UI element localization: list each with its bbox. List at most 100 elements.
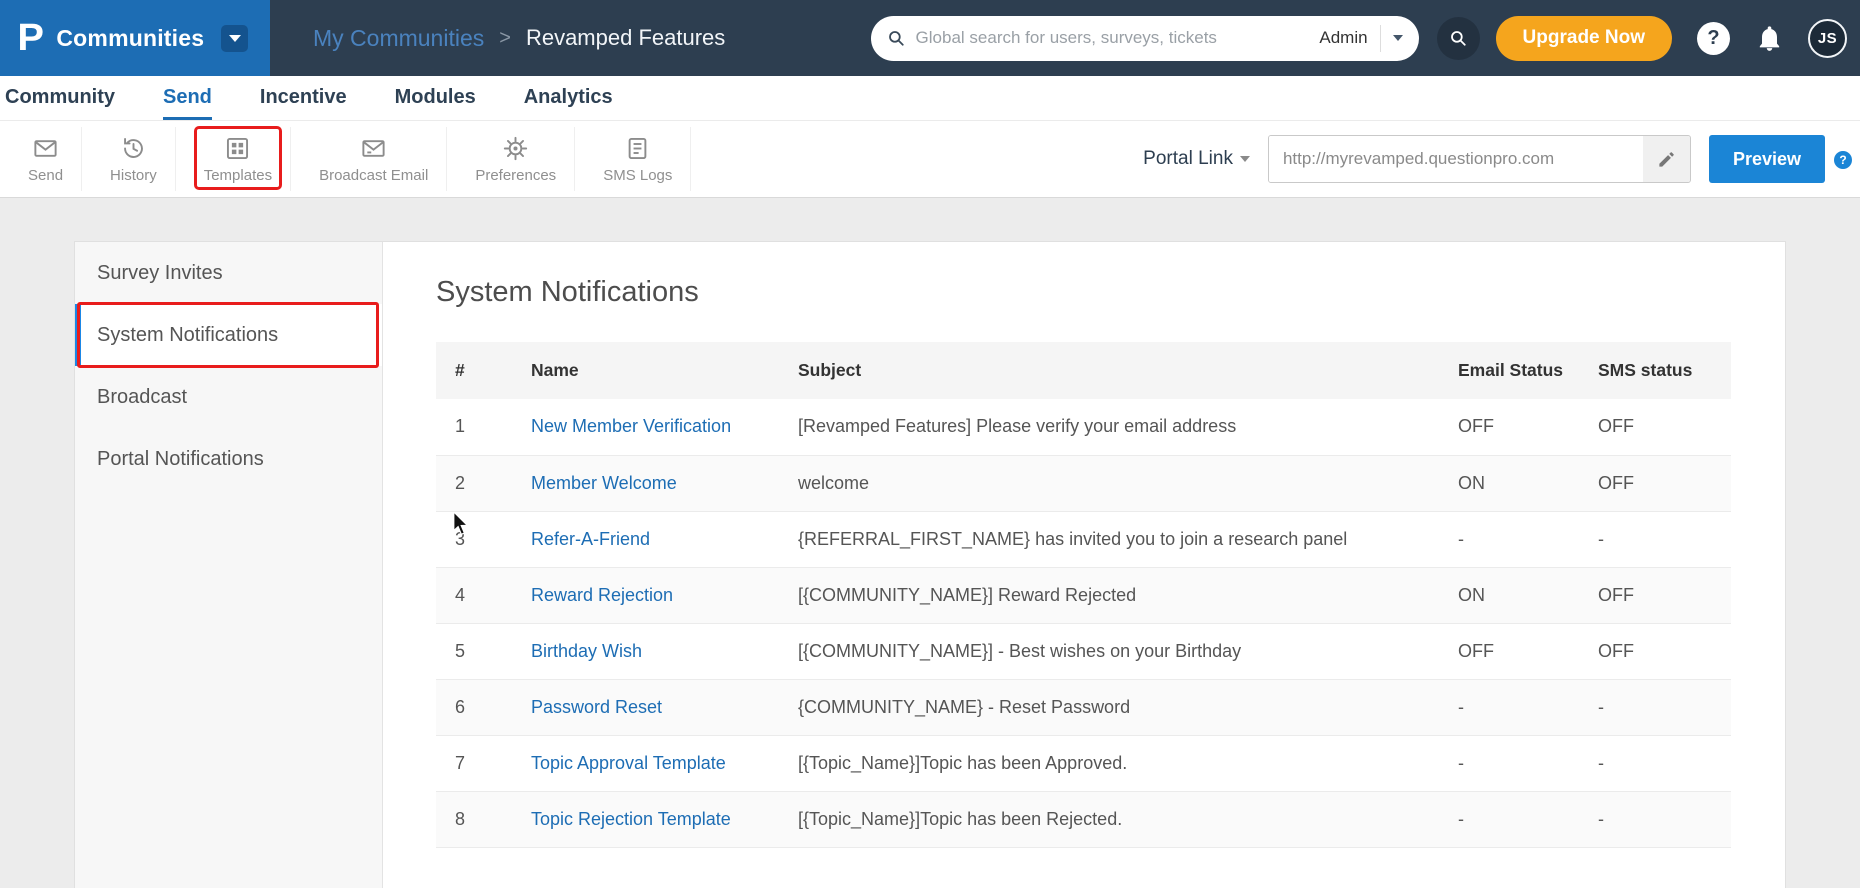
user-avatar[interactable]: JS <box>1808 18 1847 58</box>
broadcast-envelope-icon <box>362 139 385 157</box>
table-row: 6 Password Reset {COMMUNITY_NAME} - Rese… <box>436 679 1731 736</box>
sms-logs-icon <box>628 137 647 159</box>
template-name-link[interactable]: Refer-A-Friend <box>531 529 650 549</box>
row-sms-status: - <box>1579 791 1731 848</box>
breadcrumb-parent-link[interactable]: My Communities <box>313 25 484 52</box>
row-sms-status: - <box>1579 735 1731 792</box>
breadcrumb-separator: > <box>499 26 511 49</box>
envelope-icon <box>34 139 57 157</box>
toolbar-item-label: Broadcast Email <box>319 166 429 184</box>
toolbar-item-preferences[interactable]: Preferences <box>457 127 576 191</box>
search-scope-label: Admin <box>1319 28 1368 47</box>
communities-menu-button[interactable]: P Communities <box>0 0 270 76</box>
toolbar-item-label: Send <box>28 166 64 184</box>
portal-help-icon[interactable]: ? <box>1834 151 1852 169</box>
table-row: 2 Member Welcome welcome ON OFF <box>436 455 1731 512</box>
sidebar-item-portal-notifications[interactable]: Portal Notifications <box>75 428 382 490</box>
history-clock-icon <box>123 137 143 158</box>
page-title: System Notifications <box>436 276 699 308</box>
row-subject: [{Topic_Name}]Topic has been Rejected. <box>779 791 1439 848</box>
column-header-name: Name <box>531 360 579 380</box>
edit-url-button[interactable] <box>1642 136 1690 182</box>
row-sms-status: OFF <box>1579 623 1731 680</box>
row-email-status: - <box>1439 791 1579 848</box>
communities-menu-label: Communities <box>56 24 205 51</box>
search-icon <box>888 31 904 46</box>
template-name-link[interactable]: Reward Rejection <box>531 585 673 605</box>
row-subject: welcome <box>779 455 1439 512</box>
table-row: 8 Topic Rejection Template [{Topic_Name}… <box>436 791 1731 848</box>
column-header-email-status: Email Status <box>1458 360 1564 380</box>
portal-url-group <box>1267 135 1691 183</box>
row-email-status: OFF <box>1439 399 1579 456</box>
row-subject: [{Topic_Name}]Topic has been Approved. <box>779 735 1439 792</box>
toolbar-item-label: History <box>110 166 157 184</box>
row-num: 3 <box>436 511 512 568</box>
toolbar-item-sms-logs[interactable]: SMS Logs <box>585 127 692 191</box>
top-header: P Communities My Communities > Revamped … <box>0 0 1860 76</box>
scope-caret-icon <box>1392 35 1403 41</box>
sidebar-item-broadcast[interactable]: Broadcast <box>75 366 382 428</box>
sidebar-item-system-notifications[interactable]: System Notifications <box>75 302 382 368</box>
primary-nav-tabs: Community Send Incentive Modules Analyti… <box>0 76 1860 121</box>
template-name-link[interactable]: Member Welcome <box>531 473 677 493</box>
toolbar-item-label: Templates <box>203 166 273 184</box>
tab-analytics[interactable]: Analytics <box>524 76 613 120</box>
toolbar-item-send[interactable]: Send <box>10 127 83 191</box>
row-email-status: - <box>1439 511 1579 568</box>
content-card: Survey Invites System Notifications Broa… <box>74 241 1786 888</box>
template-name-link[interactable]: Birthday Wish <box>531 641 642 661</box>
notifications-table: # Name Subject Email Status SMS status 1… <box>436 342 1731 848</box>
tab-modules[interactable]: Modules <box>395 76 476 120</box>
row-email-status: ON <box>1439 455 1579 512</box>
tab-incentive[interactable]: Incentive <box>260 76 347 120</box>
template-name-link[interactable]: Topic Rejection Template <box>531 809 731 829</box>
row-subject: [{COMMUNITY_NAME}] Reward Rejected <box>779 567 1439 624</box>
gear-icon <box>504 136 528 160</box>
toolbar-item-broadcast-email[interactable]: Broadcast Email <box>301 127 448 191</box>
toolbar-right-cluster: Portal Link Preview ? <box>1143 135 1852 183</box>
bell-icon <box>1759 25 1780 51</box>
toolbar-item-label: Preferences <box>475 166 557 184</box>
template-name-link[interactable]: Password Reset <box>531 697 662 717</box>
header-right-cluster: Admin Upgrade Now ? JS <box>870 15 1860 61</box>
portal-link-label: Portal Link <box>1143 148 1233 169</box>
toolbar-item-history[interactable]: History <box>92 127 176 191</box>
preview-button[interactable]: Preview <box>1708 135 1825 183</box>
communities-caret-icon <box>221 24 249 52</box>
row-subject: {COMMUNITY_NAME} - Reset Password <box>779 679 1439 736</box>
upgrade-now-button[interactable]: Upgrade Now <box>1495 15 1672 61</box>
table-header-row: # Name Subject Email Status SMS status <box>436 342 1731 399</box>
send-toolbar: Send History Templates Broadcast Email P… <box>0 121 1860 198</box>
portal-url-input[interactable] <box>1268 136 1643 182</box>
column-header-subject: Subject <box>798 360 862 380</box>
row-email-status: ON <box>1439 567 1579 624</box>
sidebar-item-survey-invites[interactable]: Survey Invites <box>75 242 382 304</box>
toolbar-item-label: SMS Logs <box>603 166 673 184</box>
row-sms-status: - <box>1579 511 1731 568</box>
global-search-bar: Admin <box>870 15 1419 61</box>
portal-link-caret-icon <box>1239 156 1250 162</box>
questionpro-logo-icon: P <box>17 17 44 59</box>
tab-community[interactable]: Community <box>5 76 115 120</box>
templates-grid-icon <box>227 137 249 159</box>
global-search-input[interactable] <box>915 28 1310 48</box>
portal-link-dropdown[interactable]: Portal Link <box>1143 148 1250 170</box>
help-button[interactable]: ? <box>1697 21 1730 55</box>
row-email-status: OFF <box>1439 623 1579 680</box>
row-num: 2 <box>436 455 512 512</box>
tab-send[interactable]: Send <box>163 76 212 120</box>
search-scope-dropdown[interactable]: Admin <box>1309 16 1418 61</box>
row-subject: {REFERRAL_FIRST_NAME} has invited you to… <box>779 511 1439 568</box>
table-row: 7 Topic Approval Template [{Topic_Name}]… <box>436 735 1731 792</box>
row-sms-status: OFF <box>1579 399 1731 456</box>
table-row: 5 Birthday Wish [{COMMUNITY_NAME}] - Bes… <box>436 623 1731 680</box>
notifications-bell-button[interactable] <box>1755 24 1784 53</box>
template-name-link[interactable]: Topic Approval Template <box>531 753 726 773</box>
column-header-sms-status: SMS status <box>1598 360 1693 380</box>
row-email-status: - <box>1439 735 1579 792</box>
toolbar-item-templates[interactable]: Templates <box>186 126 292 191</box>
search-submit-button[interactable] <box>1436 16 1480 60</box>
template-name-link[interactable]: New Member Verification <box>531 416 731 436</box>
table-row: 4 Reward Rejection [{COMMUNITY_NAME}] Re… <box>436 567 1731 624</box>
